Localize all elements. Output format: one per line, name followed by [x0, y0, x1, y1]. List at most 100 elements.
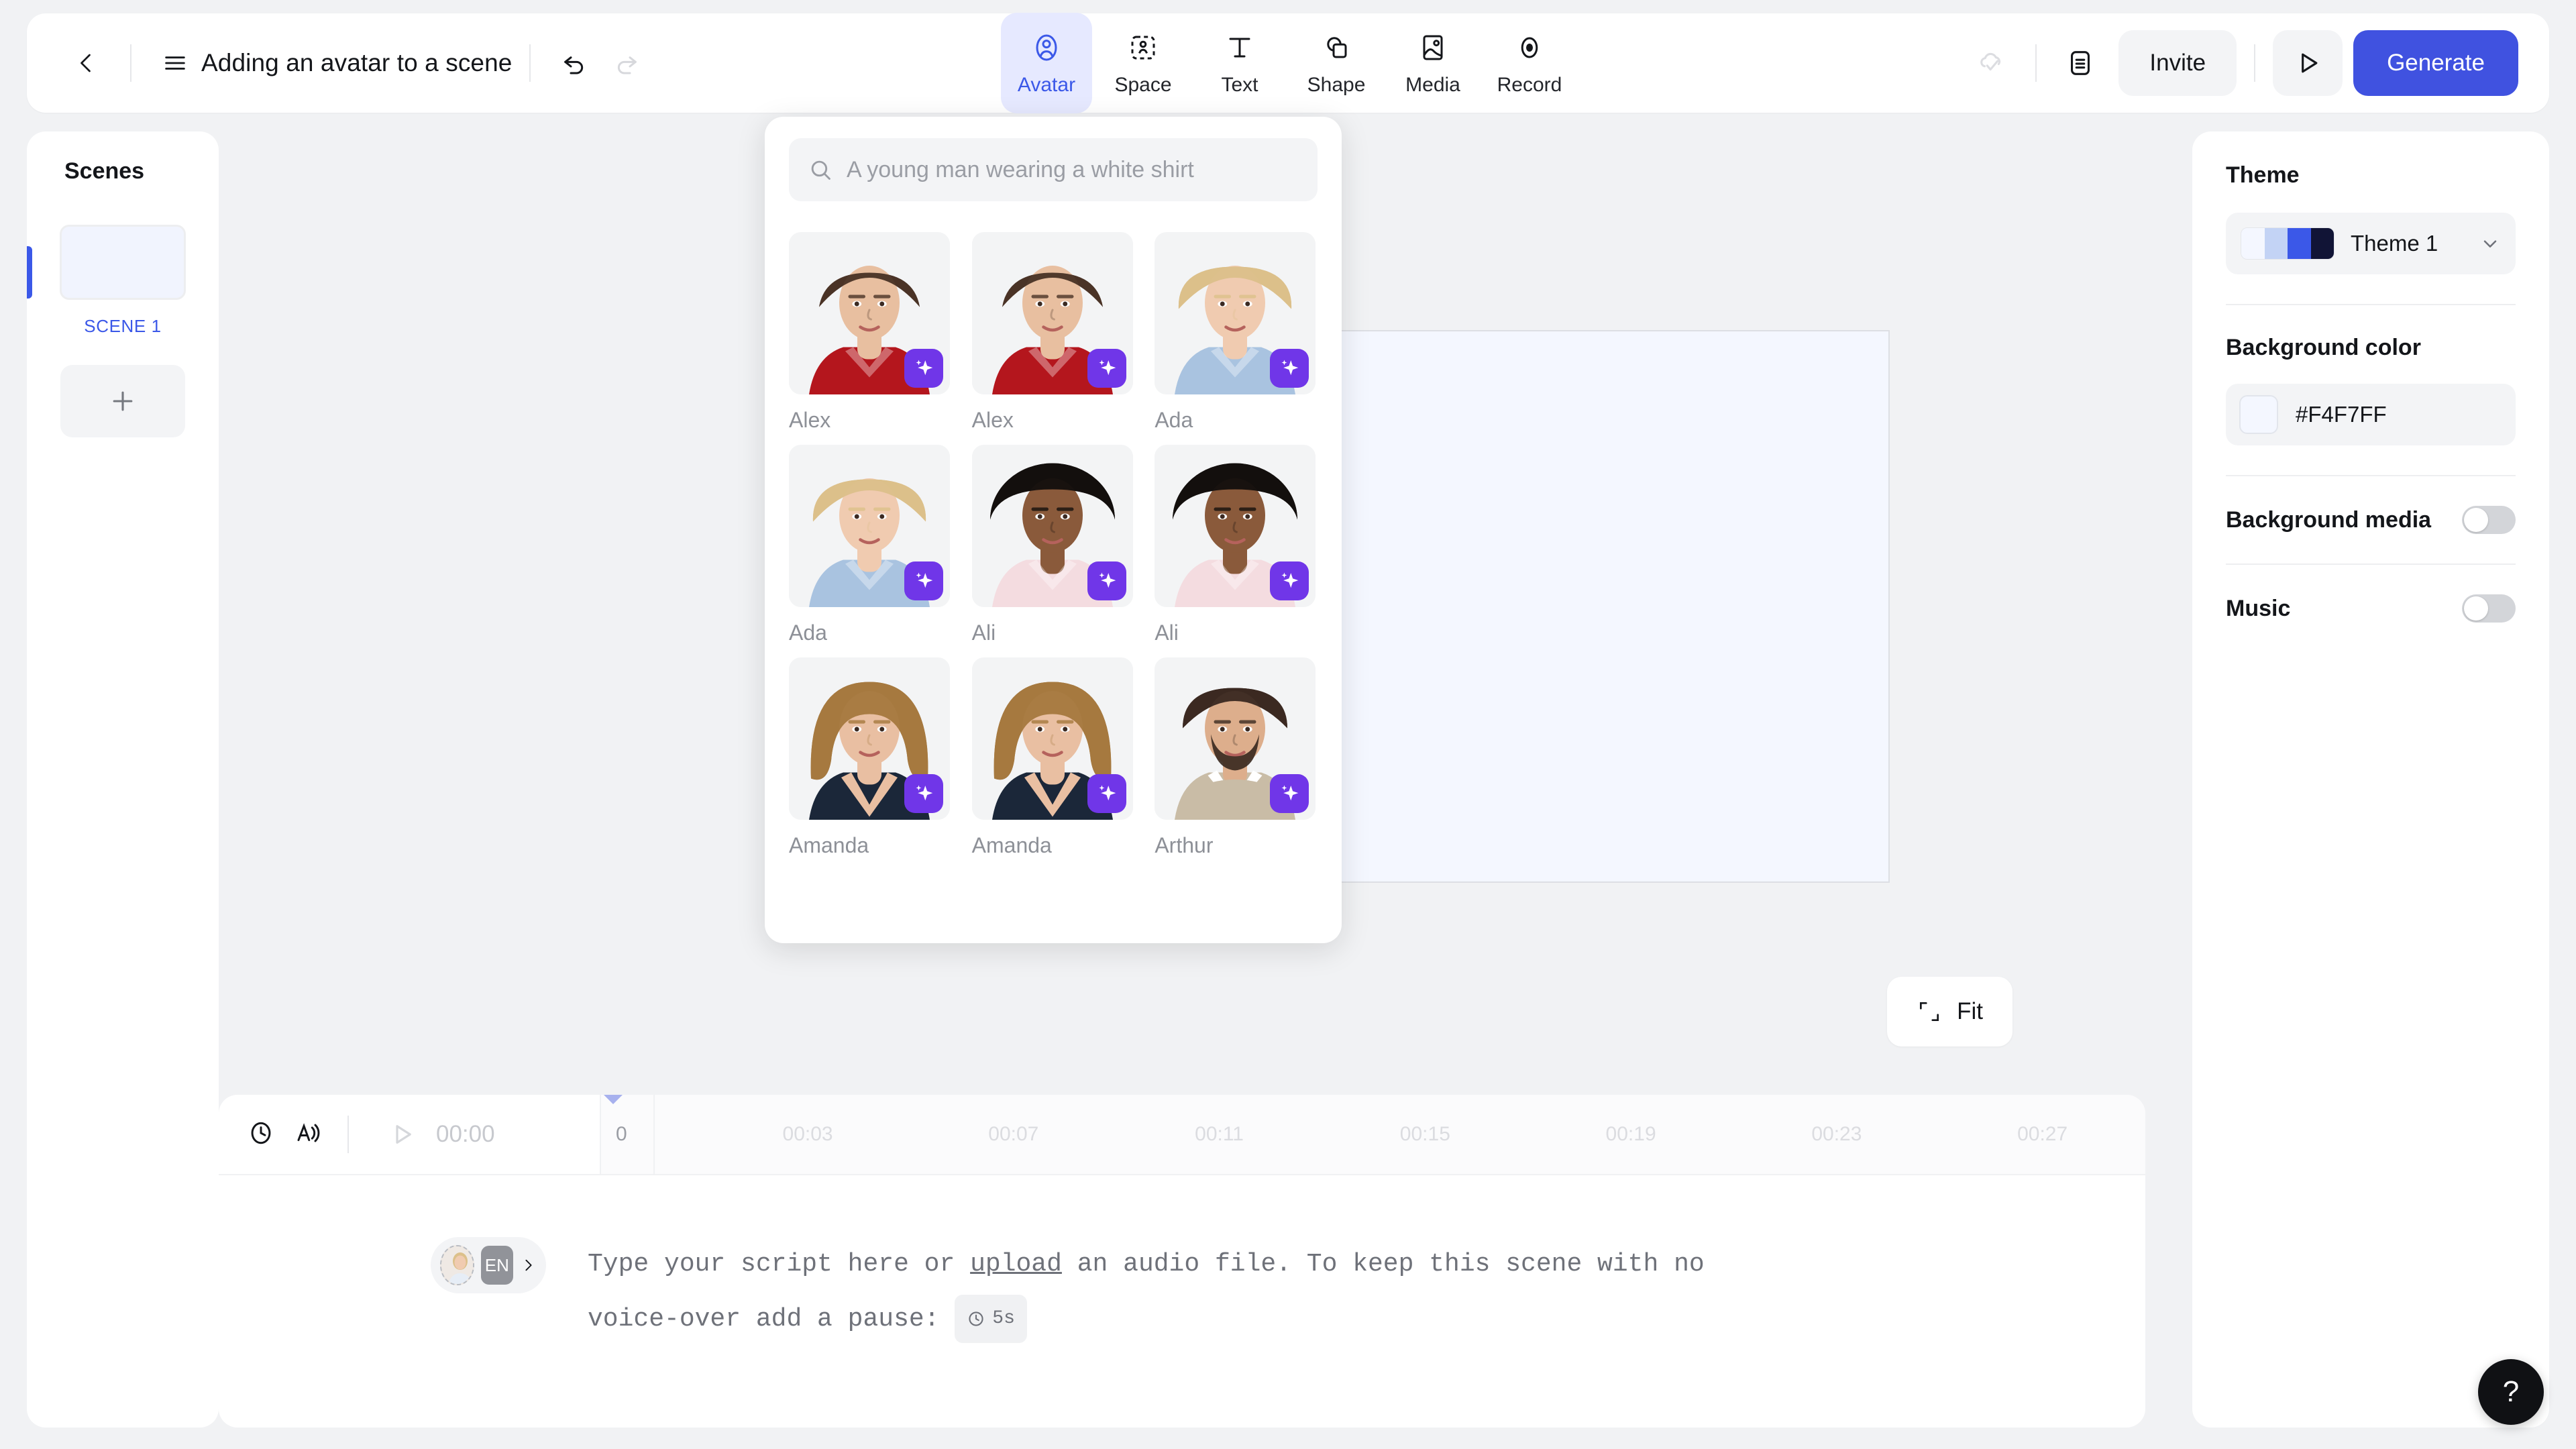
avatar-thumbnail[interactable] [1155, 232, 1316, 394]
background-color-value: #F4F7FF [2296, 402, 2387, 427]
help-button[interactable]: ? [2478, 1359, 2544, 1425]
redo-icon [618, 56, 637, 74]
sparkle-glyph [1099, 785, 1116, 801]
tool-text[interactable]: Text [1194, 13, 1285, 113]
timeline-play-button[interactable]: 00:00 [374, 1120, 495, 1148]
fit-label: Fit [1957, 998, 1983, 1024]
avatar-card[interactable]: Ada [1155, 232, 1318, 433]
pause-chip[interactable]: 5s [955, 1294, 1027, 1343]
timeline-playhead[interactable] [601, 1095, 625, 1104]
back-button[interactable] [60, 37, 113, 89]
sparkle-icon[interactable] [904, 561, 943, 600]
script-placeholder-text[interactable]: Type your script here or upload an audio… [588, 1237, 1705, 1346]
scene-thumbnail[interactable] [60, 225, 186, 300]
sparkle-icon[interactable] [1270, 774, 1309, 813]
speaker-selector[interactable]: EN [431, 1237, 546, 1293]
avatar-thumbnail[interactable] [1155, 445, 1316, 607]
plus-icon [113, 391, 133, 411]
timeline-tools: 00:00 [219, 1116, 495, 1153]
music-toggle[interactable] [2462, 594, 2516, 623]
script-line2-before: voice-over add a pause: [588, 1304, 955, 1334]
sparkle-icon[interactable] [1270, 349, 1309, 388]
avatar-card[interactable]: Ada [789, 445, 952, 645]
avatar-name: Ali [1155, 621, 1179, 645]
avatar-card[interactable]: Amanda [971, 657, 1135, 858]
tool-avatar[interactable]: Avatar [1001, 13, 1092, 113]
tool-space[interactable]: Space [1097, 13, 1189, 113]
header-divider-2 [529, 44, 531, 82]
avatar-card[interactable]: Alex [971, 232, 1135, 433]
scene-label: SCENE 1 [84, 316, 162, 336]
search-icon [811, 160, 830, 180]
chevron-left-icon [80, 54, 91, 72]
avatar-thumbnail[interactable] [971, 657, 1133, 820]
theme-select[interactable]: Theme 1 [2226, 213, 2516, 274]
avatar-thumbnail[interactable] [971, 445, 1133, 607]
voice-settings-button[interactable] [294, 1119, 322, 1150]
redo-button[interactable] [600, 37, 653, 89]
preview-button[interactable] [2273, 30, 2343, 96]
scene-item-1[interactable]: SCENE 1 [27, 225, 219, 337]
fit-button[interactable]: Fit [1887, 977, 2012, 1046]
avatar-search-input[interactable]: A young man wearing a white shirt [789, 138, 1318, 201]
tool-shape[interactable]: Shape [1291, 13, 1382, 113]
sparkle-glyph [916, 360, 933, 376]
avatar-thumbnail[interactable] [971, 232, 1133, 394]
background-media-label: Background media [2226, 506, 2432, 533]
sparkle-icon[interactable] [1087, 774, 1126, 813]
sparkle-icon[interactable] [1087, 561, 1126, 600]
timeline: 00:00 0 00:03 00:07 00:11 00:15 00:19 00:23 00… [219, 1095, 2145, 1175]
timing-button[interactable] [247, 1119, 275, 1150]
cloud-saved-icon [1980, 52, 2001, 71]
menu-button[interactable] [149, 37, 201, 89]
text-icon [1222, 30, 1258, 66]
language-badge[interactable]: EN [480, 1246, 513, 1285]
shape-icon [1318, 30, 1354, 66]
avatar-card[interactable]: Ali [1155, 445, 1318, 645]
tool-record[interactable]: Record [1484, 13, 1575, 113]
avatar-thumbnail[interactable] [1155, 657, 1316, 820]
avatar-card[interactable]: Arthur [1155, 657, 1318, 858]
script-upload-link[interactable]: upload [970, 1250, 1062, 1279]
avatar-card[interactable]: Amanda [789, 657, 952, 858]
tool-space-label: Space [1114, 74, 1172, 96]
chevron-right-icon[interactable] [520, 1255, 537, 1275]
theme-swatch-0 [2241, 228, 2265, 259]
timeline-tick-text: 00:27 [2017, 1123, 2068, 1145]
timeline-ruler[interactable]: 0 00:03 00:07 00:11 00:15 00:19 00:23 00:27 [600, 1095, 2145, 1174]
avatar-thumbnail[interactable] [789, 657, 950, 820]
sparkle-icon[interactable] [904, 774, 943, 813]
invite-button[interactable]: Invite [2118, 30, 2237, 96]
theme-divider-2 [2226, 475, 2516, 476]
document-title[interactable]: Adding an avatar to a scene [201, 49, 512, 77]
timeline-tick-text: 00:15 [1399, 1123, 1450, 1145]
timeline-tick-label: 00:15 [1400, 1123, 1450, 1146]
theme-swatch-strip [2241, 227, 2334, 260]
tool-media[interactable]: Media [1387, 13, 1479, 113]
avatar-card[interactable]: Ali [971, 445, 1135, 645]
header-left-group: Adding an avatar to a scene [27, 37, 653, 89]
sparkle-glyph [916, 785, 933, 801]
chevron-down-icon [2483, 240, 2497, 248]
sparkle-icon[interactable] [1087, 349, 1126, 388]
timeline-tick-label: 00:19 [1606, 1123, 1656, 1146]
background-color-field[interactable]: #F4F7FF [2226, 384, 2516, 445]
text-to-speech-icon [297, 1122, 320, 1142]
fit-frame-icon [1920, 1002, 1939, 1022]
timeline-tick-label: 00:07 [988, 1123, 1038, 1146]
avatar-grid: Alex Alex Ada Ada Ali Ali Amanda Amanda … [789, 232, 1318, 858]
sparkle-icon[interactable] [1270, 561, 1309, 600]
generate-button[interactable]: Generate [2353, 30, 2518, 96]
avatar-thumbnail[interactable] [789, 445, 950, 607]
add-scene-button[interactable] [60, 365, 185, 437]
sparkle-icon[interactable] [904, 349, 943, 388]
avatar-card[interactable]: Alex [789, 232, 952, 433]
avatar-thumbnail[interactable] [789, 232, 950, 394]
timeline-tick-text: 00:03 [782, 1123, 833, 1145]
background-color-title: Background color [2226, 335, 2421, 360]
notes-button[interactable] [2054, 37, 2106, 89]
undo-button[interactable] [548, 37, 600, 89]
background-color-swatch[interactable] [2239, 395, 2278, 434]
sparkle-glyph [1099, 360, 1116, 376]
background-media-toggle[interactable] [2462, 506, 2516, 534]
